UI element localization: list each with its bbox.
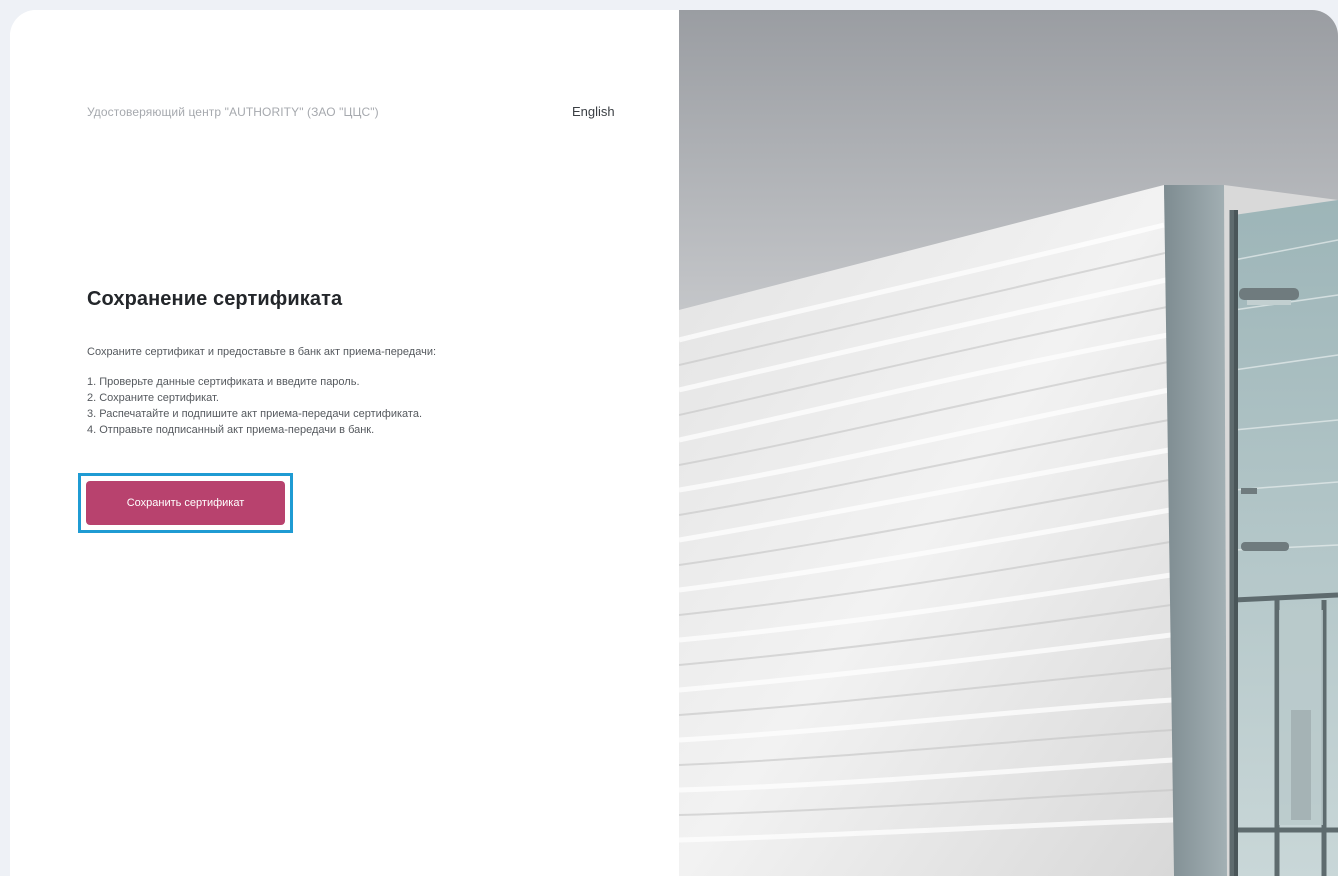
step-item: 3. Распечатайте и подпишите акт приема-п… [87, 408, 423, 420]
step-item: 4. Отправьте подписанный акт приема-пере… [87, 424, 375, 436]
interior-photo-illustration [679, 10, 1338, 876]
save-certificate-button[interactable]: Сохранить сертификат [86, 481, 285, 525]
lamp-shape [1241, 488, 1257, 494]
lamp-shape [1247, 300, 1291, 305]
instructions-intro: Сохраните сертификат и предоставьте в ба… [87, 346, 437, 358]
pillar-shape [1164, 185, 1227, 876]
page-title: Сохранение сертификата [87, 288, 343, 310]
lamp-shape [1239, 288, 1299, 300]
org-name: Удостоверяющий центр "AUTHORITY" (ЗАО "Ц… [87, 105, 379, 119]
save-button-highlight: Сохранить сертификат [78, 473, 293, 533]
app-frame: Удостоверяющий центр "AUTHORITY" (ЗАО "Ц… [10, 10, 1338, 876]
decorative-photo [679, 10, 1338, 876]
content-panel: Удостоверяющий центр "AUTHORITY" (ЗАО "Ц… [10, 10, 679, 876]
steps-list: 1. Проверьте данные сертификата и введит… [87, 374, 422, 438]
step-item: 2. Сохраните сертификат. [87, 392, 219, 404]
lamp-shape [1241, 542, 1289, 551]
step-item: 1. Проверьте данные сертификата и введит… [87, 376, 360, 388]
frame-edge [1234, 210, 1238, 876]
language-switch-link[interactable]: English [572, 104, 615, 119]
distant-building [1291, 710, 1311, 820]
